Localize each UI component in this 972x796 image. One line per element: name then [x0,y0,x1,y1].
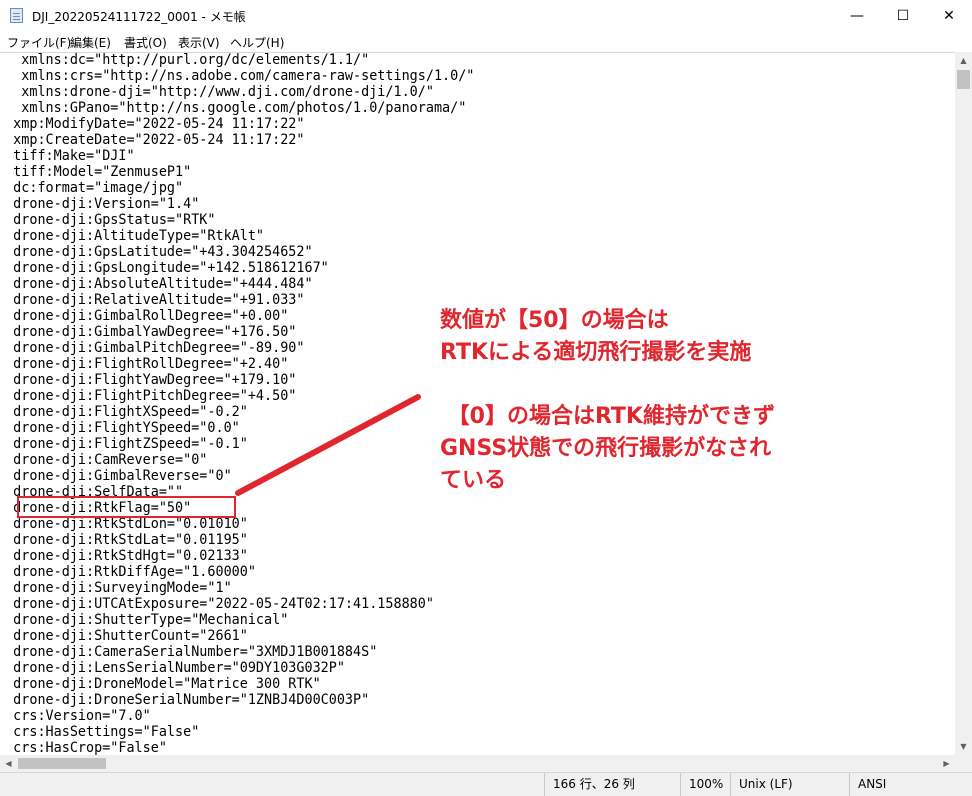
annotation-line: 【0】の場合はRTK維持ができず [440,404,775,429]
annotation-line: GNSS状態での飛行撮影がなされ [440,436,772,461]
annotation-line: RTKによる適切飛行撮影を実施 [440,340,752,365]
annotation-line: ている [440,468,507,493]
annotation-line: 数値が【50】の場合は [440,308,669,333]
annotation-text: 数値が【50】の場合は RTKによる適切飛行撮影を実施 【0】の場合はRTK維持が… [440,305,775,497]
annotation-line [440,369,775,401]
